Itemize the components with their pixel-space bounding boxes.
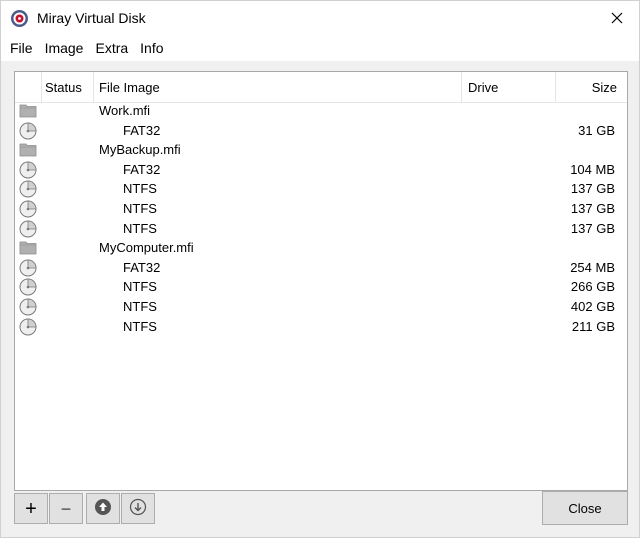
remove-label: − bbox=[60, 498, 72, 519]
disk-icon bbox=[19, 259, 37, 277]
image-file-name: MyComputer.mfi bbox=[99, 240, 194, 256]
header-size[interactable]: Size bbox=[556, 72, 627, 103]
header-status[interactable]: Status bbox=[42, 72, 94, 103]
image-row[interactable]: MyBackup.mfi bbox=[15, 140, 627, 160]
partition-filesystem: NTFS bbox=[123, 318, 157, 334]
image-row[interactable]: Work.mfi bbox=[15, 101, 627, 121]
window-title: Miray Virtual Disk bbox=[37, 10, 146, 26]
partition-filesystem: NTFS bbox=[123, 200, 157, 216]
partition-filesystem: FAT32 bbox=[123, 122, 161, 138]
image-file-name: MyBackup.mfi bbox=[99, 142, 181, 158]
partition-filesystem: NTFS bbox=[123, 181, 157, 197]
unmount-down-icon bbox=[129, 498, 147, 519]
partition-row[interactable]: NTFS 266 GB bbox=[15, 277, 627, 297]
folder-icon bbox=[19, 102, 37, 120]
partition-row[interactable]: FAT32 104 MB bbox=[15, 160, 627, 180]
add-image-button[interactable]: + bbox=[14, 493, 48, 524]
list-header: Status File Image Drive Size bbox=[15, 72, 627, 103]
close-icon[interactable] bbox=[595, 1, 639, 35]
menu-image[interactable]: Image bbox=[39, 35, 90, 61]
header-drive[interactable]: Drive bbox=[462, 72, 556, 103]
image-row[interactable]: MyComputer.mfi bbox=[15, 238, 627, 258]
partition-filesystem: FAT32 bbox=[123, 161, 161, 177]
add-label: + bbox=[25, 497, 37, 520]
partition-size: 31 GB bbox=[578, 122, 615, 138]
partition-size: 266 GB bbox=[570, 279, 615, 295]
folder-icon bbox=[19, 141, 37, 159]
close-button[interactable]: Close bbox=[542, 491, 628, 525]
partition-filesystem: FAT32 bbox=[123, 259, 161, 275]
partition-size: 211 GB bbox=[571, 318, 615, 334]
partition-size: 137 GB bbox=[570, 181, 615, 197]
partition-row[interactable]: FAT32 254 MB bbox=[15, 258, 627, 278]
menu-info[interactable]: Info bbox=[134, 35, 169, 61]
menu-file[interactable]: File bbox=[4, 35, 39, 61]
disk-icon bbox=[19, 318, 37, 336]
disk-icon bbox=[19, 298, 37, 316]
title-bar: Miray Virtual Disk bbox=[1, 1, 639, 35]
disk-icon bbox=[19, 200, 37, 218]
partition-row[interactable]: NTFS 137 GB bbox=[15, 179, 627, 199]
list-rows: Work.mfi FAT32 31 GB MyBackup.mfi FAT32 104 M… bbox=[15, 101, 627, 336]
partition-size: 137 GB bbox=[570, 220, 615, 236]
disk-icon bbox=[19, 180, 37, 198]
image-file-name: Work.mfi bbox=[99, 103, 151, 118]
partition-row[interactable]: NTFS 137 GB bbox=[15, 199, 627, 219]
partition-row[interactable]: NTFS 402 GB bbox=[15, 297, 627, 317]
mount-up-icon bbox=[94, 498, 112, 519]
folder-icon bbox=[19, 239, 37, 257]
unmount-button[interactable] bbox=[121, 493, 155, 524]
header-file-image[interactable]: File Image bbox=[94, 72, 462, 103]
menu-extra[interactable]: Extra bbox=[89, 35, 134, 61]
disk-icon bbox=[19, 122, 37, 140]
partition-row[interactable]: NTFS 137 GB bbox=[15, 219, 627, 239]
partition-filesystem: NTFS bbox=[123, 298, 157, 314]
image-list[interactable]: Status File Image Drive Size Work.mfi FAT… bbox=[14, 71, 628, 491]
partition-size: 402 GB bbox=[570, 298, 615, 314]
partition-row[interactable]: NTFS 211 GB bbox=[15, 317, 627, 337]
main-window: Miray Virtual Disk File Image Extra Info… bbox=[0, 0, 640, 538]
mount-button[interactable] bbox=[86, 493, 120, 524]
disk-icon bbox=[19, 220, 37, 238]
app-logo-icon bbox=[10, 9, 29, 28]
partition-row[interactable]: FAT32 31 GB bbox=[15, 121, 627, 141]
partition-size: 104 MB bbox=[570, 161, 615, 177]
disk-icon bbox=[19, 278, 37, 296]
menu-bar: File Image Extra Info bbox=[1, 35, 639, 61]
partition-size: 254 MB bbox=[570, 259, 615, 275]
header-icon-column[interactable] bbox=[15, 72, 42, 103]
partition-filesystem: NTFS bbox=[123, 279, 157, 295]
disk-icon bbox=[19, 161, 37, 179]
remove-image-button[interactable]: − bbox=[49, 493, 83, 524]
partition-filesystem: NTFS bbox=[123, 220, 157, 236]
partition-size: 137 GB bbox=[570, 200, 615, 216]
